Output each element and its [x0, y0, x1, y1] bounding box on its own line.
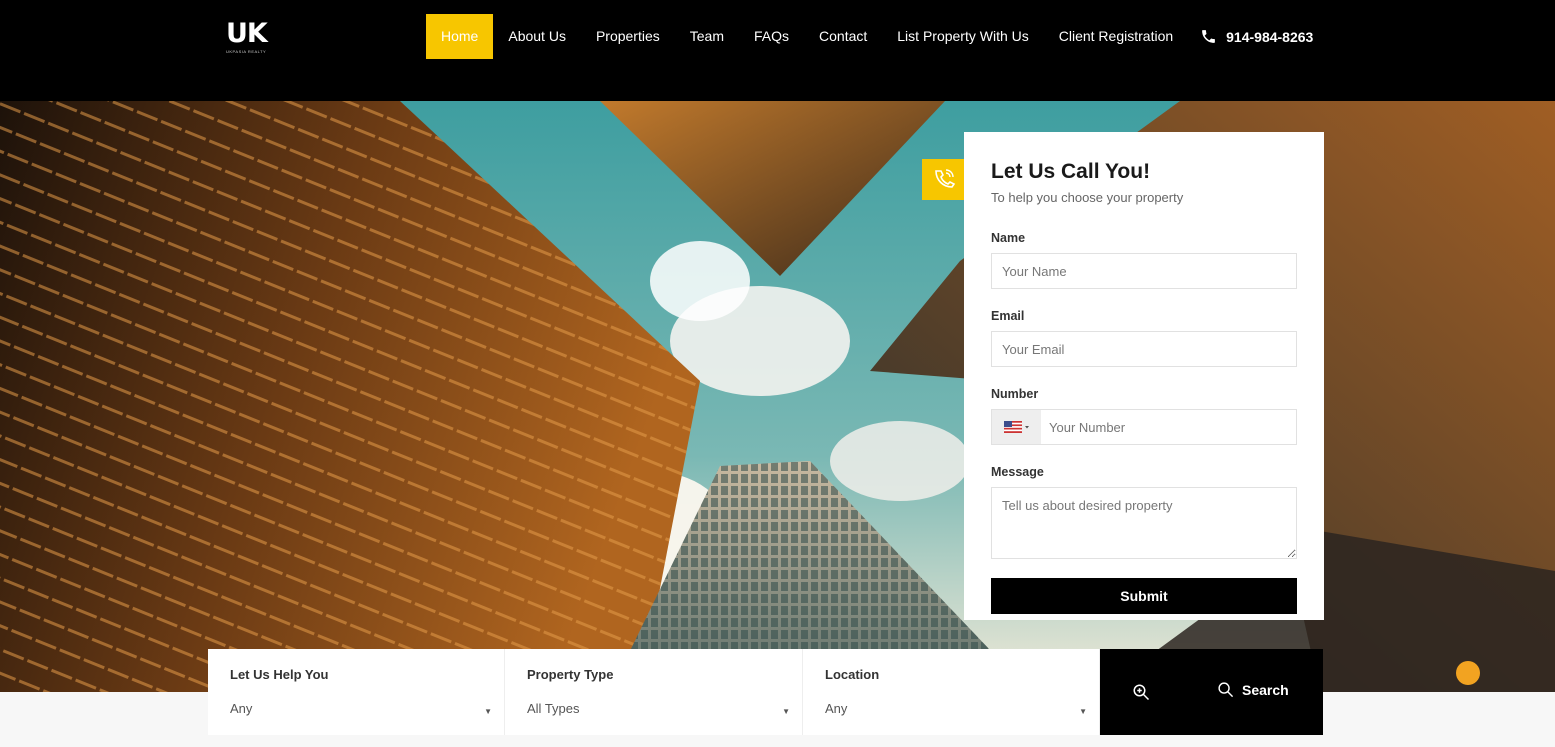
- form-subtitle: To help you choose your property: [991, 190, 1184, 205]
- nav-list-property[interactable]: List Property With Us: [882, 14, 1043, 59]
- form-title: Let Us Call You!: [991, 160, 1151, 183]
- country-select[interactable]: [992, 410, 1041, 444]
- name-field[interactable]: [991, 253, 1297, 289]
- logo-mark: UK: [226, 18, 268, 49]
- us-flag-icon: [1003, 421, 1029, 433]
- nav-contact[interactable]: Contact: [804, 14, 882, 59]
- chevron-down-icon: ▼: [782, 707, 790, 716]
- phone-icon: [1202, 30, 1216, 43]
- callback-form: Let Us Call You! To help you choose your…: [964, 132, 1324, 620]
- search-icon: [1218, 682, 1234, 698]
- nav-client-registration[interactable]: Client Registration: [1044, 14, 1188, 59]
- submit-button[interactable]: Submit: [991, 578, 1297, 614]
- email-label: Email: [991, 309, 1025, 323]
- header-phone-link[interactable]: 914-984-8263: [1200, 28, 1313, 45]
- help-select-label: Let Us Help You: [230, 667, 329, 682]
- search-actions: Search: [1100, 649, 1323, 735]
- email-field[interactable]: [991, 331, 1297, 367]
- chevron-down-icon: ▼: [484, 707, 492, 716]
- location-select[interactable]: Location Any ▼: [803, 649, 1100, 735]
- message-label: Message: [991, 465, 1044, 479]
- property-type-label: Property Type: [527, 667, 614, 682]
- phone-number-field[interactable]: [1041, 410, 1296, 444]
- location-label: Location: [825, 667, 880, 682]
- nav-home[interactable]: Home: [426, 14, 494, 59]
- logo-subtitle: UKPASIA REALTY: [226, 49, 267, 54]
- help-select-value: Any: [230, 701, 253, 716]
- location-value: Any: [825, 701, 848, 716]
- search-button-label: Search: [1242, 681, 1289, 698]
- phone-field-group: [991, 409, 1297, 445]
- nav-about-us[interactable]: About Us: [493, 14, 581, 59]
- property-type-value: All Types: [527, 701, 580, 716]
- help-select[interactable]: Let Us Help You Any ▼: [208, 649, 505, 735]
- property-type-select[interactable]: Property Type All Types ▼: [505, 649, 803, 735]
- name-label: Name: [991, 231, 1026, 245]
- chevron-down-icon: ▼: [1079, 707, 1087, 716]
- message-field[interactable]: [991, 487, 1297, 559]
- nav-faqs[interactable]: FAQs: [739, 14, 804, 59]
- header-phone-number: 914-984-8263: [1226, 28, 1314, 45]
- property-search-bar: Let Us Help You Any ▼ Property Type All …: [208, 649, 1323, 735]
- number-label: Number: [991, 387, 1039, 401]
- nav-team[interactable]: Team: [675, 14, 739, 59]
- zoom-in-icon[interactable]: [1132, 683, 1150, 701]
- nav-properties[interactable]: Properties: [581, 14, 675, 59]
- main-nav: Home About Us Properties Team FAQs Conta…: [426, 14, 1313, 59]
- search-button[interactable]: Search: [1217, 681, 1289, 698]
- site-header: UK UKPASIA REALTY Home About Us Properti…: [0, 0, 1555, 101]
- site-logo[interactable]: UK UKPASIA REALTY: [226, 20, 278, 56]
